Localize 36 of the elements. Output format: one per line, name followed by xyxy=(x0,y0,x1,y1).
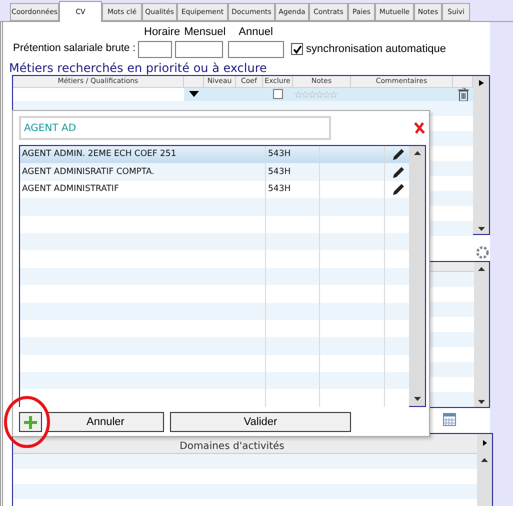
trash-icon[interactable] xyxy=(458,88,468,100)
result-row[interactable]: AGENT ADMIN. 2EME ECH COEF 251 543H xyxy=(20,146,409,164)
plus-icon xyxy=(24,416,37,428)
scroll-down-icon[interactable] xyxy=(414,397,420,401)
column-label: Mensuel xyxy=(184,25,226,39)
gear-icon[interactable] xyxy=(475,245,490,260)
scroll-right-icon[interactable] xyxy=(482,440,486,446)
result-row[interactable]: AGENT ADMINISRATIF COMPTA. 543H xyxy=(20,163,409,181)
scroll-up-icon[interactable] xyxy=(481,458,488,462)
add-button[interactable] xyxy=(19,412,42,432)
table-row[interactable] xyxy=(13,88,473,100)
close-icon[interactable] xyxy=(414,122,425,134)
scroll-down-icon[interactable] xyxy=(478,227,484,231)
scroll-down-icon[interactable] xyxy=(478,400,485,404)
column-label: Annuel xyxy=(238,25,273,39)
validate-button[interactable]: Valider xyxy=(170,412,351,432)
calendar-icon[interactable] xyxy=(443,413,456,426)
cancel-button[interactable]: Annuler xyxy=(47,412,164,432)
dropdown-icon[interactable] xyxy=(189,91,199,97)
sync-label: synchronisation automatique xyxy=(306,42,446,57)
section-title: Métiers recherchés en priorité ou à exclure xyxy=(9,61,268,75)
column-label: Horaire xyxy=(144,25,180,39)
column-header: Domaines d'activités xyxy=(180,441,284,453)
pencil-icon[interactable] xyxy=(392,166,404,179)
scroll-up-icon[interactable] xyxy=(414,151,420,155)
exclude-checkbox[interactable] xyxy=(273,89,283,99)
pencil-icon[interactable] xyxy=(392,148,404,162)
pencil-icon[interactable] xyxy=(392,182,404,196)
annual-field[interactable] xyxy=(228,40,284,58)
hourly-field[interactable] xyxy=(138,40,172,58)
sync-checkbox[interactable] xyxy=(291,43,303,55)
scroll-right-icon[interactable] xyxy=(478,80,484,86)
monthly-field[interactable] xyxy=(175,40,223,58)
scroll-up-icon[interactable] xyxy=(478,267,485,271)
highlight-circle xyxy=(3,395,51,449)
salary-label: Prétention salariale brute : xyxy=(13,41,137,56)
